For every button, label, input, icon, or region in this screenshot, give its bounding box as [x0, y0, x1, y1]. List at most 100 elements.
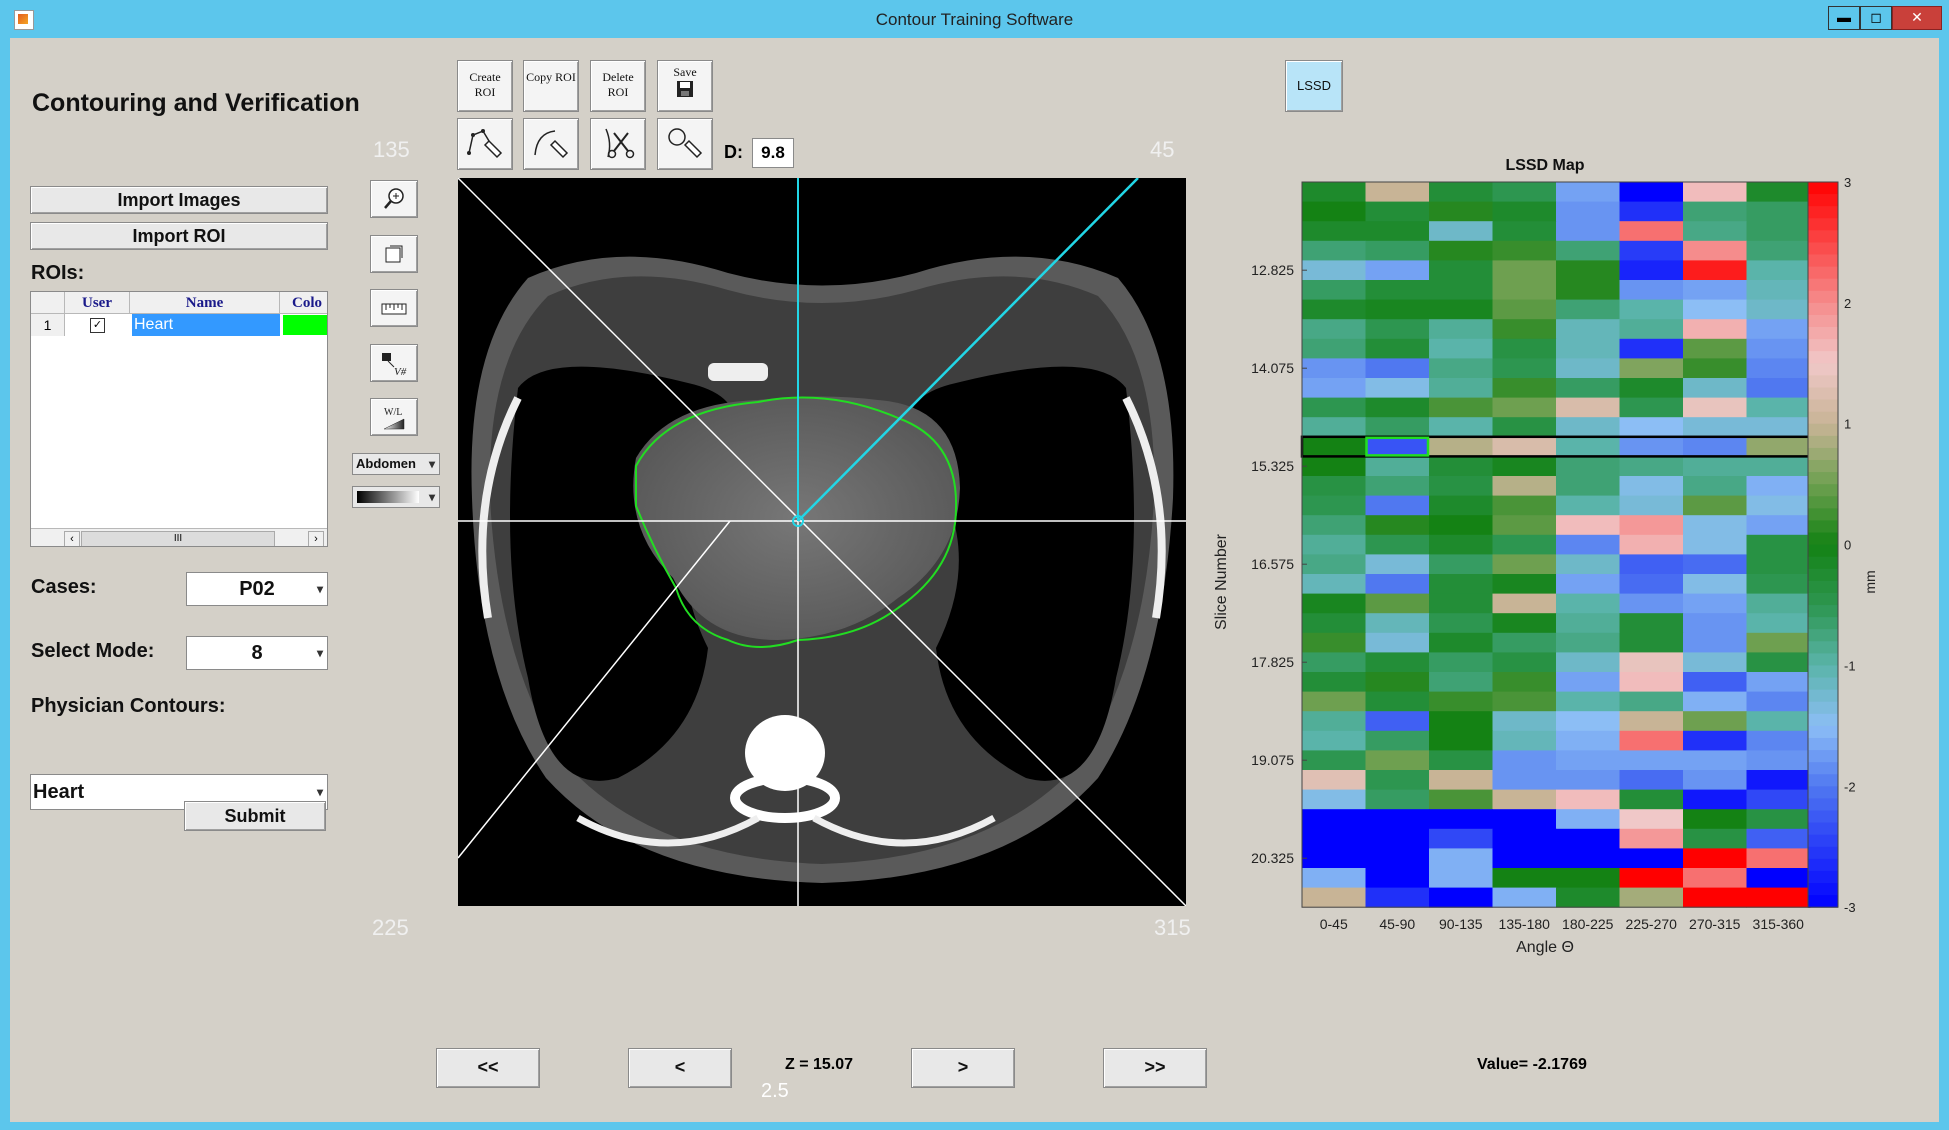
heatmap-cell[interactable] [1683, 848, 1747, 869]
minimize-button[interactable]: ▬ [1828, 6, 1860, 30]
heatmap-cell[interactable] [1302, 260, 1366, 281]
heatmap-cell[interactable] [1365, 711, 1430, 732]
heatmap-cell[interactable] [1429, 397, 1493, 418]
heatmap-cell[interactable] [1746, 593, 1811, 614]
heatmap-cell[interactable] [1619, 848, 1684, 869]
heatmap-cell[interactable] [1492, 182, 1557, 203]
heatmap-cell[interactable] [1492, 319, 1557, 340]
heatmap-cell[interactable] [1365, 240, 1430, 261]
heatmap-cell[interactable] [1492, 750, 1557, 771]
heatmap-cell[interactable] [1556, 358, 1620, 379]
heatmap-cell[interactable] [1746, 221, 1811, 242]
heatmap-cell[interactable] [1429, 201, 1493, 222]
heatmap-cell[interactable] [1683, 868, 1747, 889]
heatmap-cell[interactable] [1683, 280, 1747, 301]
heatmap-cell[interactable] [1492, 789, 1557, 810]
heatmap-cell[interactable] [1556, 868, 1620, 889]
heatmap-cell[interactable] [1619, 201, 1684, 222]
heatmap-cell[interactable] [1683, 730, 1747, 751]
heatmap-cell[interactable] [1365, 770, 1430, 791]
heatmap-cell[interactable] [1492, 397, 1557, 418]
heatmap-cell[interactable] [1429, 554, 1493, 575]
heatmap-cell[interactable] [1683, 750, 1747, 771]
heatmap-cell[interactable] [1556, 632, 1620, 653]
heatmap-cell[interactable] [1365, 436, 1430, 457]
heatmap-cell[interactable] [1429, 652, 1493, 673]
heatmap-cell[interactable] [1556, 652, 1620, 673]
heatmap-cell[interactable] [1556, 750, 1620, 771]
heatmap-cell[interactable] [1302, 613, 1366, 634]
heatmap-cell[interactable] [1746, 378, 1811, 399]
heatmap-cell[interactable] [1429, 789, 1493, 810]
heatmap-cell[interactable] [1302, 554, 1366, 575]
heatmap-cell[interactable] [1619, 613, 1684, 634]
heatmap-cell[interactable] [1746, 534, 1811, 555]
heatmap-cell[interactable] [1492, 887, 1557, 908]
scroll-left-icon[interactable]: ‹ [64, 531, 80, 546]
heatmap-cell[interactable] [1746, 672, 1811, 693]
window-preset-dropdown[interactable]: Abdomen ▾ [352, 453, 440, 475]
heatmap-cell[interactable] [1365, 456, 1430, 477]
heatmap-cell[interactable] [1619, 828, 1684, 849]
heatmap-cell[interactable] [1429, 848, 1493, 869]
heatmap-cell[interactable] [1683, 338, 1747, 359]
freehand-draw-tool[interactable] [523, 118, 579, 170]
heatmap-cell[interactable] [1556, 476, 1620, 497]
heatmap-cell[interactable] [1746, 358, 1811, 379]
scroll-right-icon[interactable]: › [308, 531, 324, 546]
heatmap-cell[interactable] [1619, 593, 1684, 614]
heatmap-cell[interactable] [1302, 338, 1366, 359]
heatmap-cell[interactable] [1492, 338, 1557, 359]
delete-roi-button[interactable]: Delete ROI [590, 60, 646, 112]
last-slice-button[interactable]: >> [1103, 1048, 1207, 1088]
heatmap-cell[interactable] [1302, 182, 1366, 203]
edit-point-tool[interactable] [657, 118, 713, 170]
heatmap-cell[interactable] [1429, 240, 1493, 261]
heatmap-cell[interactable] [1365, 848, 1430, 869]
heatmap-cell[interactable] [1556, 711, 1620, 732]
heatmap-cell[interactable] [1302, 319, 1366, 340]
heatmap-cell[interactable] [1492, 809, 1557, 830]
heatmap-cell[interactable] [1302, 887, 1366, 908]
heatmap-cell[interactable] [1683, 260, 1747, 281]
heatmap-cell[interactable] [1683, 534, 1747, 555]
heatmap-cell[interactable] [1429, 260, 1493, 281]
heatmap-cell[interactable] [1619, 789, 1684, 810]
heatmap-cell[interactable] [1365, 319, 1430, 340]
heatmap-cell[interactable] [1556, 613, 1620, 634]
roi-table[interactable]: User Name Colo 1 ✓ Heart ‹ III › [30, 291, 328, 547]
heatmap-cell[interactable] [1556, 378, 1620, 399]
heatmap-cell[interactable] [1429, 417, 1493, 438]
window-level-button[interactable]: W/L [370, 398, 418, 436]
heatmap-cell[interactable] [1556, 221, 1620, 242]
heatmap-cell[interactable] [1492, 652, 1557, 673]
heatmap-cell[interactable] [1746, 436, 1811, 457]
heatmap-cell[interactable] [1302, 750, 1366, 771]
heatmap-cell[interactable] [1302, 221, 1366, 242]
table-horizontal-scrollbar[interactable]: ‹ III › [31, 528, 327, 546]
heatmap-cell[interactable] [1746, 770, 1811, 791]
heatmap-cell[interactable] [1556, 397, 1620, 418]
ct-image-viewer[interactable] [458, 178, 1186, 906]
heatmap-cell[interactable] [1619, 338, 1684, 359]
heatmap-cell[interactable] [1429, 358, 1493, 379]
heatmap-cell[interactable] [1619, 221, 1684, 242]
heatmap-cell[interactable] [1619, 299, 1684, 320]
colormap-dropdown[interactable]: ▾ [352, 486, 440, 508]
heatmap-cell[interactable] [1429, 868, 1493, 889]
heatmap-cell[interactable] [1619, 770, 1684, 791]
heatmap-cell[interactable] [1429, 672, 1493, 693]
heatmap-cell[interactable] [1556, 887, 1620, 908]
mode-dropdown[interactable]: 8 ▾ [186, 636, 328, 670]
heatmap-cell[interactable] [1746, 848, 1811, 869]
heatmap-cell[interactable] [1746, 417, 1811, 438]
scroll-thumb[interactable]: III [81, 531, 275, 546]
column-header-name[interactable]: Name [130, 292, 280, 314]
heatmap-cell[interactable] [1746, 789, 1811, 810]
heatmap-cell[interactable] [1746, 652, 1811, 673]
heatmap-cell[interactable] [1683, 397, 1747, 418]
heatmap-cell[interactable] [1302, 280, 1366, 301]
heatmap-cell[interactable] [1302, 417, 1366, 438]
heatmap-cell[interactable] [1365, 672, 1430, 693]
heatmap-cell[interactable] [1746, 260, 1811, 281]
